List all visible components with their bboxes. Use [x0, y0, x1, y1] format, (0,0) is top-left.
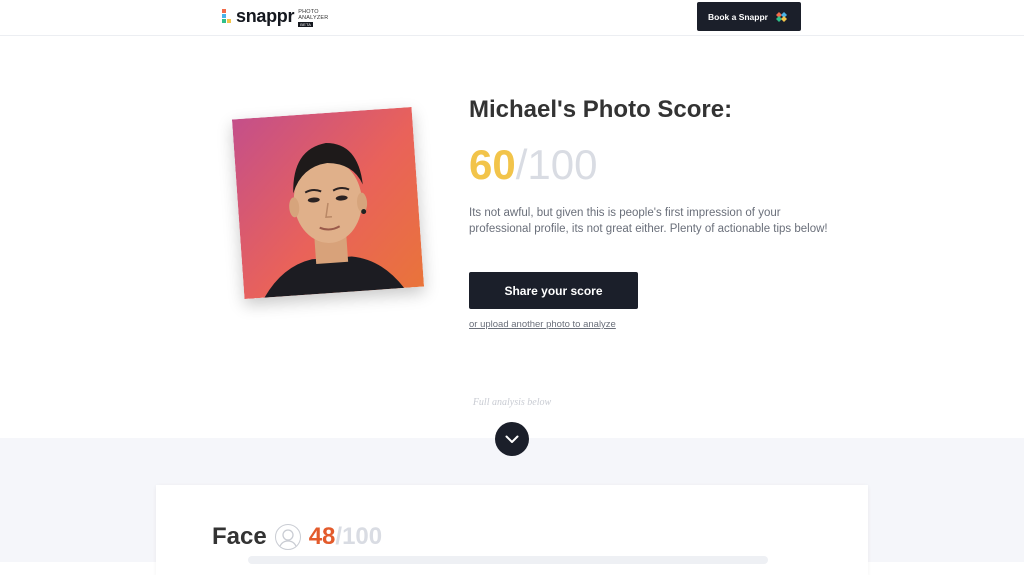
upload-another-photo-link[interactable]: or upload another photo to analyze	[469, 319, 616, 330]
full-analysis-hint: Full analysis below	[472, 397, 552, 408]
scroll-down-button[interactable]	[495, 422, 529, 456]
profile-photo	[231, 106, 425, 300]
logo-subtitle-line2: ANALYZER	[298, 15, 329, 21]
chevron-down-icon	[505, 435, 519, 443]
snappr-diamond-icon	[775, 11, 787, 22]
brand-name: snappr	[236, 6, 295, 26]
book-snappr-button[interactable]: Book a Snappr	[697, 2, 801, 31]
logo-subtitle: PHOTO ANALYZER BETA	[298, 9, 328, 28]
profile-photo-image	[231, 106, 425, 300]
beta-badge: BETA	[298, 22, 314, 27]
face-score: 48/100	[309, 523, 382, 551]
face-score-value: 48	[308, 523, 336, 550]
next-card-peek	[248, 556, 768, 564]
score-description: Its not awful, but given this is people'…	[469, 207, 828, 235]
book-snappr-label: Book a Snappr	[708, 11, 768, 22]
snappr-logo[interactable]: snappr PHOTO ANALYZER BETA	[222, 6, 328, 30]
snappr-logo-icon	[222, 9, 232, 23]
photo-score: 60/100	[469, 140, 597, 190]
page-title: Michael's Photo Score:	[469, 96, 733, 123]
top-header: snappr PHOTO ANALYZER BETA Book a Snappr	[0, 0, 1024, 36]
photo-score-value: 60	[469, 141, 516, 188]
face-score-max: /100	[335, 523, 383, 550]
face-score-row: Face 48/100	[212, 523, 382, 551]
face-outline-icon	[274, 524, 301, 550]
photo-score-max: /100	[515, 141, 598, 188]
face-label: Face	[212, 523, 267, 550]
share-score-button[interactable]: Share your score	[469, 272, 638, 309]
